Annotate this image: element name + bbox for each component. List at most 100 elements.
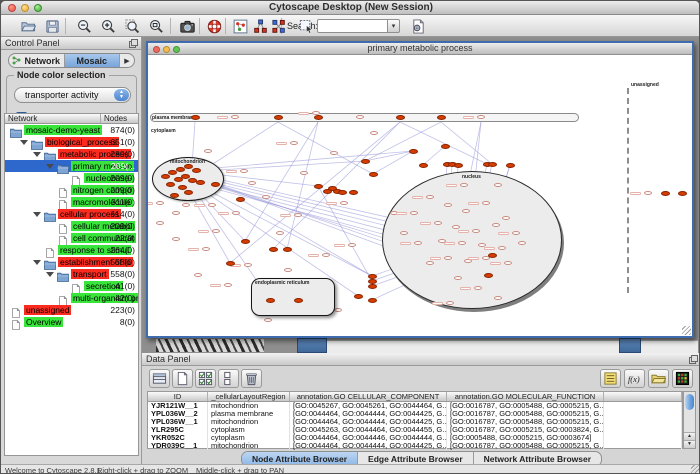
network-node-unselected[interactable] [290,141,298,145]
column-network[interactable]: Network [5,114,101,123]
network-node-unselected[interactable] [356,115,364,119]
disclosure-triangle-icon[interactable] [33,212,41,217]
disclosure-triangle-icon[interactable] [20,140,28,145]
tree-row[interactable]: mosaic-demo-yeast874(0) [5,124,138,136]
network-node[interactable] [661,191,670,196]
tree-row[interactable]: cellular process614(0) [5,208,138,220]
network-node[interactable] [168,170,177,175]
table-cell[interactable]: mitochondrion [208,418,290,426]
network-node-unselected[interactable] [340,201,348,205]
view-resize-grip[interactable] [682,326,691,335]
tree-row[interactable]: secretion41(0) [5,280,138,292]
network-node-unselected[interactable] [410,211,418,215]
tree-row[interactable]: unassigned223(0) [5,304,138,316]
table-cell[interactable]: [GO:0045263, GO:0044464, GO:0044455, G..… [290,426,447,434]
network-node[interactable] [274,115,283,120]
network-view-window[interactable]: primary metabolic process plasma membran… [146,41,694,338]
table-cell[interactable]: [GO:0044464, GO:0044444, GO:0044425, G..… [290,442,447,450]
float-panel-icon[interactable] [689,355,698,364]
table-row[interactable]: YDR039C__1mitochondrion[GO:0044464, GO:0… [148,442,682,450]
table-cell[interactable]: mitochondrion [208,442,290,450]
table-row[interactable]: YKR052Ccytoplasm[GO:0044464, GO:0044446,… [148,434,682,442]
table-cell[interactable]: YPL036W__2 [148,410,208,418]
network-node[interactable] [437,115,446,120]
network-node-unselected[interactable] [322,253,330,257]
new-attribute-button[interactable] [172,369,193,388]
network-node-unselected[interactable] [414,241,422,245]
float-panel-icon[interactable] [129,39,138,48]
network-node-unselected[interactable] [454,276,462,280]
tree-row[interactable]: transport558(0) [5,268,138,280]
search-input[interactable] [317,19,387,33]
network-node[interactable] [409,149,418,154]
network-node[interactable] [354,294,363,299]
network-node-unselected[interactable] [224,283,232,287]
table-column-header[interactable]: _cellularLayoutRegion [208,392,290,401]
network-node-unselected[interactable] [212,229,220,233]
network-node-unselected[interactable] [194,273,202,277]
network-node-unselected[interactable] [400,231,408,235]
formula-button[interactable]: f(x) [624,369,645,388]
tree-row[interactable]: nucleobase-209(0) [5,172,138,184]
table-cell[interactable]: cytoplasm [208,434,290,442]
network-node[interactable] [368,274,377,279]
zoom-selected-button[interactable] [123,17,142,35]
delete-attribute-button[interactable] [241,369,262,388]
table-cell[interactable]: [GO:0044464, GO:0044446, GO:0044444, G..… [290,434,447,442]
select-attributes-button[interactable] [195,369,216,388]
table-cell[interactable]: [GO:0016787, GO:0005488, GO:0005215, G..… [447,410,604,418]
disclosure-triangle-icon[interactable] [33,260,41,265]
table-cell[interactable]: cytoplasm [208,426,290,434]
network-node-unselected[interactable] [240,169,248,173]
layout-b-button[interactable] [269,17,288,35]
layout-a-button[interactable] [251,17,270,35]
column-nodes[interactable]: Nodes [101,114,138,123]
network-node-unselected[interactable] [492,223,500,227]
network-node-unselected[interactable] [182,203,190,207]
network-node[interactable] [294,298,303,303]
network-label[interactable]: transport [71,269,109,279]
network-node[interactable] [196,180,205,185]
tree-row[interactable]: cellular metabol209(0) [5,220,138,232]
network-label[interactable]: mosaic-demo-yeast [24,125,102,135]
network-label[interactable]: unassigned [24,305,71,315]
scroll-down-button[interactable]: ▼ [684,440,695,448]
tree-row[interactable]: macromolecule311(0) [5,196,138,208]
network-node[interactable] [368,284,377,289]
network-node[interactable] [506,163,515,168]
import-attributes-button[interactable] [648,369,669,388]
network-node-unselected[interactable] [512,231,520,235]
network-node-unselected[interactable] [446,301,454,305]
network-node[interactable] [314,115,323,120]
search-config-button[interactable] [409,17,428,35]
save-button[interactable] [43,17,62,35]
network-node[interactable] [236,197,245,202]
overview-button[interactable] [231,17,250,35]
network-node-unselected[interactable] [284,268,292,272]
table-cell[interactable]: [GO:0016787, GO:0005488, GO:0005215, G..… [447,418,604,426]
node-color-dropdown[interactable]: transporter activity ▲▼ [14,87,131,103]
network-node-unselected[interactable] [474,286,482,290]
network-node[interactable] [184,190,193,195]
network-node-unselected[interactable] [518,241,526,245]
network-node-unselected[interactable] [494,183,502,187]
network-node-unselected[interactable] [262,195,270,199]
open-file-button[interactable] [19,17,38,35]
table-row[interactable]: YPL036W__2plasma membrane[GO:0044464, GO… [148,410,682,418]
unselect-attributes-button[interactable] [218,369,239,388]
disclosure-triangle-icon[interactable] [33,152,41,157]
window-resize-grip[interactable] [691,465,700,474]
network-node-unselected[interactable] [426,195,434,199]
network-node-unselected[interactable] [498,246,506,250]
table-cell[interactable]: [GO:0044464, GO:0044444, GO:0044425, G..… [290,410,447,418]
search-dropdown-button[interactable]: ▾ [387,19,400,33]
network-node-unselected[interactable] [208,203,216,207]
help-button[interactable] [205,17,224,35]
network-node[interactable] [192,168,201,173]
table-row[interactable]: YLR295Ccytoplasm[GO:0045263, GO:0044464,… [148,426,682,434]
network-node-unselected[interactable] [482,201,490,205]
network-node-unselected[interactable] [426,261,434,265]
network-node[interactable] [166,182,175,187]
table-cell[interactable]: YLR295C [148,426,208,434]
table-cell[interactable]: YJR121W__1 [148,402,208,410]
